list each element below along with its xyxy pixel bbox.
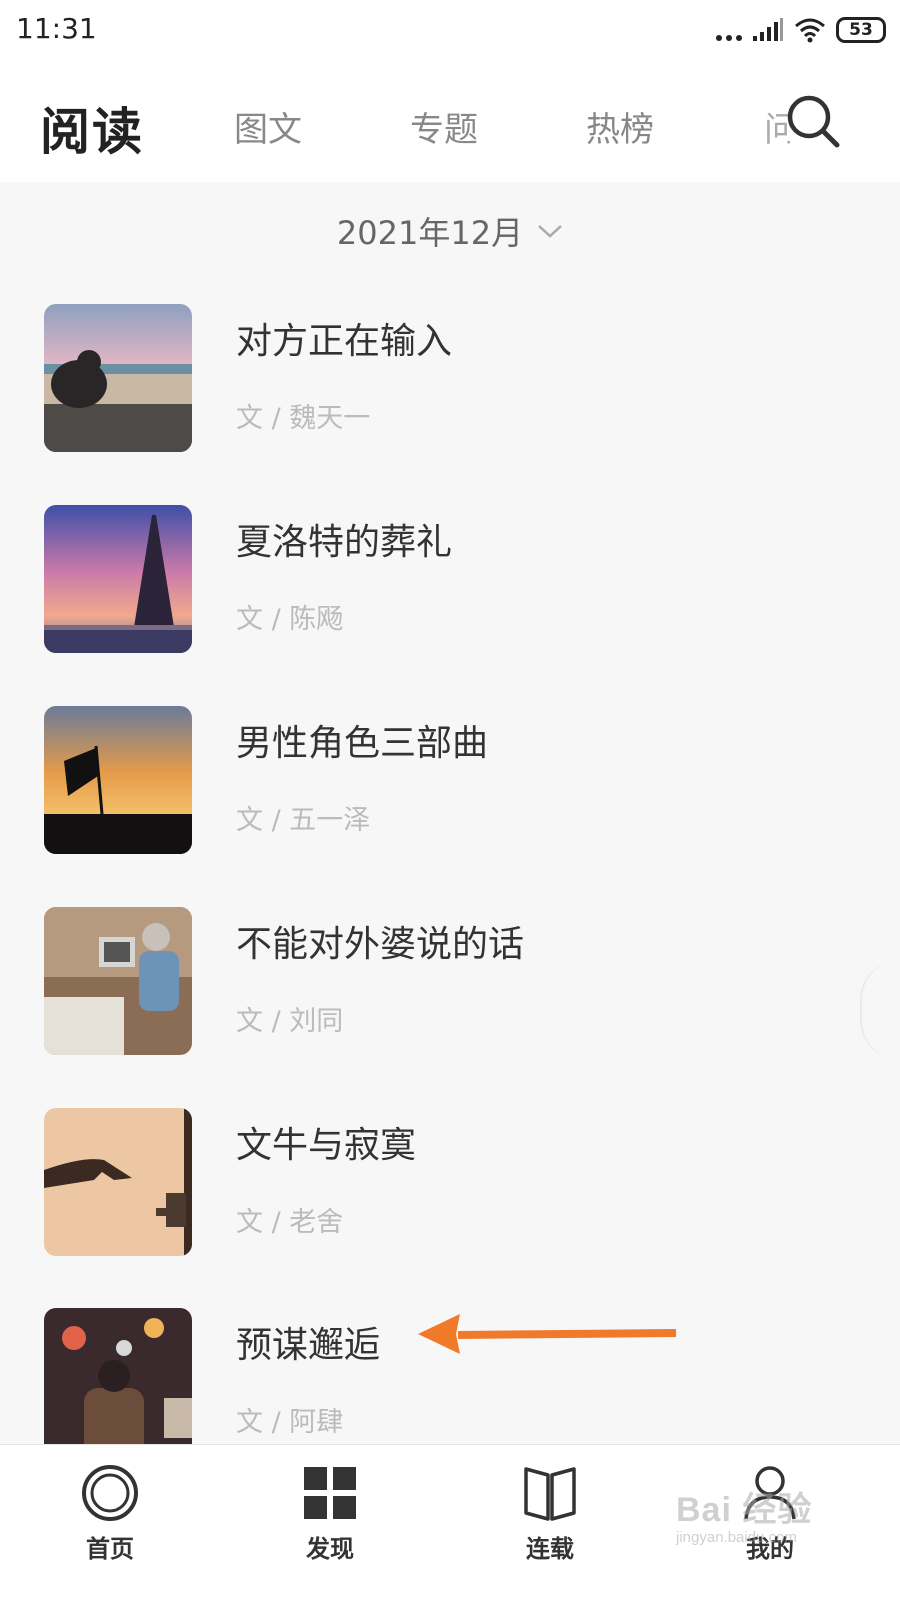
- article-item[interactable]: 不能对外婆说的话 文 / 刘同: [0, 907, 900, 1057]
- article-title: 夏洛特的葬礼: [236, 522, 453, 563]
- article-author: 文 / 魏天一: [236, 403, 371, 434]
- nav-home-label: 首页: [86, 1535, 134, 1563]
- more-dots-icon: [716, 19, 742, 41]
- page-title: 阅读: [40, 103, 144, 161]
- chevron-down-icon: [538, 225, 562, 238]
- tab-hot-list[interactable]: 热榜: [586, 102, 654, 151]
- article-title: 男性角色三部曲: [236, 723, 489, 764]
- article-author: 文 / 阿肆: [236, 1407, 344, 1438]
- article-author: 文 / 陈飏: [236, 604, 344, 635]
- article-thumbnail: [44, 1308, 192, 1444]
- nav-mine-label: 我的: [746, 1535, 794, 1563]
- article-thumbnail: [44, 706, 192, 854]
- article-title: 不能对外婆说的话: [236, 924, 525, 965]
- wifi-icon: [795, 18, 825, 43]
- article-title: 对方正在输入: [236, 321, 453, 362]
- article-author: 文 / 刘同: [236, 1006, 344, 1037]
- month-selector[interactable]: 2021年12月: [0, 196, 900, 266]
- nav-discover-label: 发现: [306, 1535, 354, 1563]
- nav-mine[interactable]: 我的: [710, 1463, 830, 1564]
- search-button[interactable]: [782, 90, 844, 152]
- article-thumbnail: [44, 907, 192, 1055]
- nav-discover[interactable]: 发现: [270, 1463, 390, 1564]
- tab-topics[interactable]: 专题: [410, 102, 478, 151]
- article-title: 文牛与寂寞: [236, 1125, 417, 1166]
- user-icon: [744, 1466, 796, 1520]
- status-time: 11:31: [16, 12, 97, 45]
- nav-serial-label: 连载: [526, 1535, 574, 1563]
- search-icon: [787, 95, 840, 148]
- article-item[interactable]: 文牛与寂寞 文 / 老舍: [0, 1108, 900, 1258]
- tab-graphic[interactable]: 图文: [234, 102, 302, 151]
- article-thumbnail: [44, 304, 192, 452]
- article-author: 文 / 老舍: [236, 1207, 344, 1238]
- status-bar: 11:31 53: [0, 0, 900, 62]
- nav-home[interactable]: 首页: [50, 1463, 170, 1564]
- signal-icon: [753, 18, 783, 41]
- screen: 11:31 53 阅读 图文 专题 热榜 问答: [0, 0, 900, 1600]
- article-item[interactable]: 对方正在输入 文 / 魏天一: [0, 304, 900, 454]
- article-author: 文 / 五一泽: [236, 805, 371, 836]
- article-item[interactable]: 夏洛特的葬礼 文 / 陈飏: [0, 505, 900, 655]
- battery-indicator: 53: [836, 17, 886, 43]
- article-thumbnail: [44, 1108, 192, 1256]
- article-title: 预谋邂逅: [236, 1325, 381, 1366]
- orange-arrow-annotation: [418, 1314, 676, 1354]
- article-item[interactable]: 男性角色三部曲 文 / 五一泽: [0, 706, 900, 856]
- grid-icon: [304, 1467, 356, 1519]
- status-icons: 53: [716, 14, 886, 46]
- book-icon: [524, 1467, 576, 1521]
- home-ring-icon: [82, 1465, 138, 1521]
- month-label: 2021年12月: [336, 214, 524, 252]
- bottom-navigation: 首页 发现 连载 我的: [0, 1444, 900, 1600]
- article-thumbnail: [44, 505, 192, 653]
- nav-serial[interactable]: 连载: [490, 1463, 610, 1564]
- top-header: 阅读 图文 专题 热榜 问答: [0, 62, 900, 182]
